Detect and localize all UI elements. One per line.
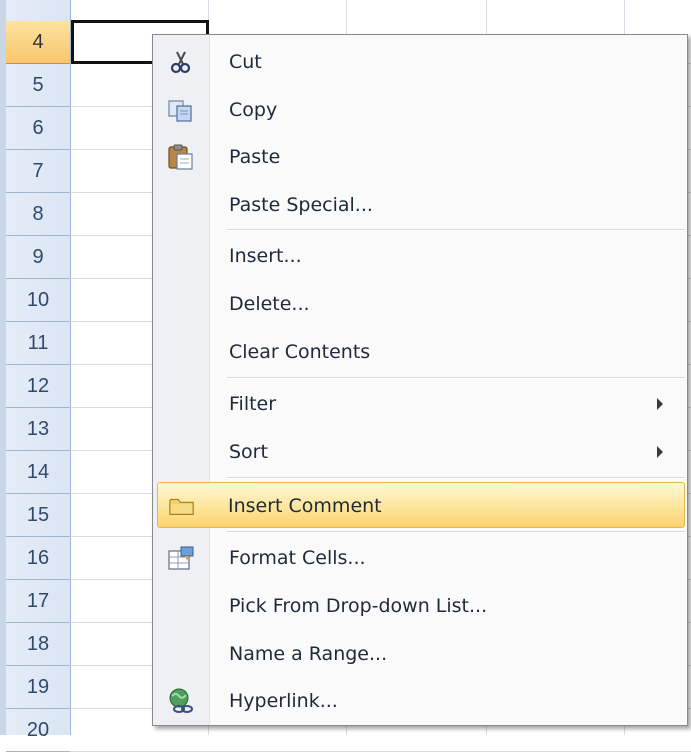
menu-item-insert-comment[interactable]: Insert Comment bbox=[157, 482, 685, 528]
row-header[interactable]: 8 bbox=[6, 193, 70, 236]
menu-item-clear-contents[interactable]: Clear Contents bbox=[155, 329, 685, 375]
row-header[interactable]: 7 bbox=[6, 150, 70, 193]
menu-item-paste[interactable]: Paste bbox=[155, 134, 685, 180]
menu-item-insert[interactable]: Insert... bbox=[155, 233, 685, 279]
hyperlink-globe-icon bbox=[167, 688, 195, 714]
clipboard-paste-icon bbox=[167, 144, 195, 170]
row-header[interactable]: 6 bbox=[6, 107, 70, 150]
menu-item-filter[interactable]: Filter bbox=[155, 381, 685, 427]
copy-icon bbox=[167, 97, 195, 123]
row-header[interactable]: 4 bbox=[6, 21, 70, 64]
menu-item-format-cells[interactable]: Format Cells... bbox=[155, 535, 685, 581]
row-header[interactable]: 11 bbox=[6, 322, 70, 365]
menu-separator bbox=[227, 531, 685, 533]
menu-item-label: Clear Contents bbox=[229, 341, 371, 363]
menu-item-label: Format Cells... bbox=[229, 547, 366, 569]
menu-item-name-a-range[interactable]: Name a Range... bbox=[155, 631, 685, 677]
menu-item-label: Filter bbox=[229, 393, 277, 415]
submenu-arrow-icon bbox=[657, 446, 663, 458]
menu-item-label: Insert... bbox=[229, 245, 302, 267]
row-header[interactable]: 14 bbox=[6, 451, 70, 494]
menu-separator bbox=[227, 229, 685, 231]
row-header[interactable]: 15 bbox=[6, 494, 70, 537]
row-header[interactable]: 16 bbox=[6, 537, 70, 580]
menu-item-label: Hyperlink... bbox=[229, 690, 338, 712]
menu-item-paste-special[interactable]: Paste Special... bbox=[155, 182, 685, 228]
row-header[interactable]: 20 bbox=[6, 709, 70, 752]
menu-item-label: Insert Comment bbox=[228, 495, 382, 517]
menu-item-sort[interactable]: Sort bbox=[155, 429, 685, 475]
row-header[interactable]: 13 bbox=[6, 408, 70, 451]
row-header[interactable]: 5 bbox=[6, 64, 70, 107]
menu-item-label: Sort bbox=[229, 441, 268, 463]
menu-item-label: Copy bbox=[229, 99, 278, 121]
menu-item-label: Paste bbox=[229, 146, 281, 168]
menu-item-delete[interactable]: Delete... bbox=[155, 281, 685, 327]
row-header[interactable]: 12 bbox=[6, 365, 70, 408]
menu-item-label: Delete... bbox=[229, 293, 310, 315]
menu-item-label: Name a Range... bbox=[229, 643, 388, 665]
menu-item-pick-from-dropdown[interactable]: Pick From Drop-down List... bbox=[155, 583, 685, 629]
menu-item-hyperlink[interactable]: Hyperlink... bbox=[155, 678, 685, 724]
context-menu: Cut Copy Paste Paste Special... Insert..… bbox=[152, 34, 688, 726]
row-header[interactable]: 9 bbox=[6, 236, 70, 279]
submenu-arrow-icon bbox=[657, 398, 663, 410]
row-header[interactable]: 10 bbox=[6, 279, 70, 322]
menu-item-label: Paste Special... bbox=[229, 194, 373, 216]
menu-item-label: Pick From Drop-down List... bbox=[229, 595, 488, 617]
comment-folder-icon bbox=[168, 493, 196, 519]
menu-separator bbox=[227, 477, 685, 479]
row-header[interactable]: 19 bbox=[6, 666, 70, 709]
row-header[interactable]: 18 bbox=[6, 623, 70, 666]
scissors-icon bbox=[167, 49, 195, 75]
menu-item-label: Cut bbox=[229, 51, 262, 73]
menu-item-copy[interactable]: Copy bbox=[155, 87, 685, 133]
menu-item-cut[interactable]: Cut bbox=[155, 39, 685, 85]
row-header[interactable]: 17 bbox=[6, 580, 70, 623]
format-cells-icon bbox=[167, 545, 195, 571]
menu-separator bbox=[227, 377, 685, 379]
